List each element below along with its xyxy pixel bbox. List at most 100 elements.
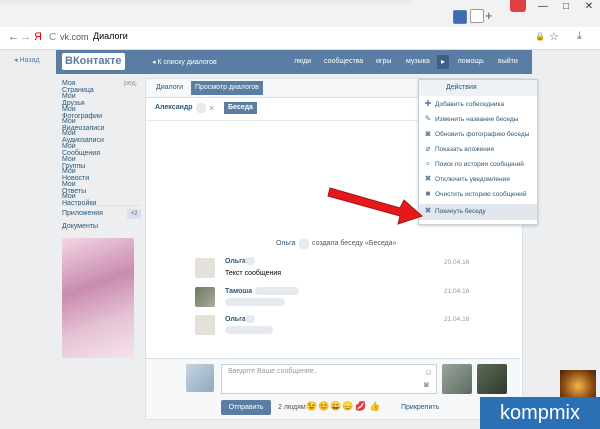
- recipients-count[interactable]: 2 людям: [278, 404, 306, 411]
- back-to-dialogs-label: К списку диалогов: [157, 59, 217, 66]
- apps-badge[interactable]: +2: [127, 209, 141, 219]
- pencil-icon: ✎: [424, 114, 432, 123]
- close-window-button[interactable]: ✕: [578, 0, 600, 14]
- menu-title[interactable]: Действия: [446, 84, 477, 91]
- system-message-author[interactable]: Ольга: [276, 240, 295, 247]
- menu-item-label: Очистить историю сообщений: [435, 191, 527, 198]
- back-to-dialogs-link[interactable]: ◂ К списку диалогов: [152, 58, 217, 66]
- menu-item-label: Обновить фотографию беседы: [435, 131, 530, 138]
- message-date: 21.04.16: [444, 316, 470, 323]
- message-input[interactable]: Введите Ваше сообщение.. ☺ ◙: [221, 364, 437, 394]
- reload-icon[interactable]: C: [49, 32, 56, 43]
- emoji-wink-icon[interactable]: 😉: [306, 401, 317, 412]
- page-title: Диалоги: [93, 31, 128, 41]
- remove-chat-icon[interactable]: ×: [257, 103, 262, 113]
- message-author[interactable]: Ольга: [225, 258, 246, 265]
- download-icon[interactable]: ⤓: [577, 30, 582, 43]
- participant-chip-chat[interactable]: Беседа: [224, 102, 257, 114]
- menu-add-participant[interactable]: ✚ Добавить собеседника: [419, 97, 537, 112]
- nav-documents[interactable]: Документы: [62, 223, 98, 230]
- header-link-music[interactable]: музыка: [406, 58, 430, 65]
- emoji-sad-icon[interactable]: 😞: [342, 401, 353, 412]
- browser-tabstrip: + — □ ✕: [0, 0, 600, 28]
- minimize-button[interactable]: —: [532, 0, 554, 14]
- emoji-kiss-icon[interactable]: 💋: [355, 401, 366, 412]
- menu-search-history[interactable]: ⌕ Поиск по истории сообщений: [419, 157, 537, 172]
- red-arrow-annotation: [327, 187, 423, 225]
- forward-arrow-icon[interactable]: →: [20, 31, 31, 43]
- menu-clear-history[interactable]: ■ Очистить историю сообщений: [419, 187, 537, 202]
- nav-news[interactable]: Мои Новости: [62, 168, 89, 182]
- avatar[interactable]: [195, 258, 215, 278]
- nav-my-page[interactable]: Моя Страница: [62, 80, 94, 94]
- header-link-people[interactable]: люди: [294, 58, 311, 65]
- participant-avatar[interactable]: [442, 364, 472, 394]
- vk-back-link[interactable]: ◂ Назад: [14, 56, 40, 64]
- menu-item-label: Покинуть беседу: [435, 208, 486, 215]
- blurred-message: [225, 298, 285, 306]
- vk-back-label: Назад: [19, 57, 40, 64]
- send-button[interactable]: Отправить: [221, 400, 271, 415]
- header-link-communities[interactable]: сообщества: [324, 58, 363, 65]
- participant-avatar[interactable]: [477, 364, 507, 394]
- message-author[interactable]: Ольга: [225, 316, 246, 323]
- menu-mute-notifications[interactable]: ✖ Отключить уведомления: [419, 172, 537, 187]
- tab-dialogs[interactable]: Диалоги: [152, 81, 187, 95]
- emoji-thumbsup-icon[interactable]: 👍: [369, 401, 380, 412]
- address-bar-row: ← → Я C vk.com Диалоги 🔒 ☆ ⤓: [0, 27, 600, 50]
- watermark: kompmix: [480, 397, 600, 429]
- participant-chip-alexander[interactable]: Александр: [151, 102, 197, 114]
- emoji-grin-icon[interactable]: 😀: [330, 401, 341, 412]
- add-user-icon: ✚: [424, 99, 432, 108]
- camera-icon: ◙: [425, 129, 431, 138]
- tab-view-dialogs[interactable]: Просмотр диалогов: [191, 81, 263, 95]
- message-date: 21.04.16: [444, 288, 470, 295]
- camera-icon[interactable]: ◙: [424, 380, 429, 389]
- remove-participant-icon[interactable]: ×: [209, 103, 214, 113]
- header-link-help[interactable]: помощь: [458, 58, 484, 65]
- blurred-surname: [245, 315, 255, 323]
- menu-item-label: Отключить уведомления: [435, 176, 510, 183]
- new-tab-button[interactable]: +: [485, 8, 493, 23]
- bookmark-star-icon[interactable]: ☆: [549, 30, 559, 43]
- paperclip-icon: ⌀: [425, 144, 431, 153]
- nav-messages[interactable]: Мои Сообщения: [62, 143, 100, 157]
- avatar[interactable]: [195, 315, 215, 335]
- nav-apps[interactable]: Приложения: [62, 210, 103, 217]
- avatar[interactable]: [195, 287, 215, 307]
- menu-update-photo[interactable]: ◙ Обновить фотографию беседы: [419, 127, 537, 142]
- menu-show-attachments[interactable]: ⌀ Показать вложения: [419, 142, 537, 157]
- nav-edit-link[interactable]: ред.: [124, 80, 138, 87]
- menu-item-label: Поиск по истории сообщений: [435, 161, 524, 168]
- header-link-logout[interactable]: выйти: [498, 58, 518, 65]
- blurred-surname: [255, 287, 299, 295]
- maximize-button[interactable]: □: [555, 0, 577, 14]
- ad-image[interactable]: [62, 238, 134, 358]
- system-message-text: создала беседу «Беседа»: [312, 240, 397, 247]
- emoji-smile-icon[interactable]: 😊: [318, 401, 329, 412]
- blurred-surname: [245, 257, 255, 265]
- message-author[interactable]: Тамоша: [225, 288, 252, 295]
- blurred-surname: [299, 239, 309, 249]
- tab-icon[interactable]: [453, 10, 467, 24]
- attach-link[interactable]: Прикрепить: [401, 404, 439, 411]
- vk-header: ВКонтакте ◂ К списку диалогов люди сообщ…: [56, 50, 532, 74]
- lock-icon: 🔒: [535, 32, 545, 41]
- back-arrow-icon[interactable]: ←: [8, 31, 19, 43]
- blurred-name: [196, 103, 206, 113]
- menu-rename-chat[interactable]: ✎ Изменить название беседы: [419, 112, 537, 127]
- music-play-icon[interactable]: ▸: [437, 55, 449, 69]
- tab-shadow: [0, 0, 412, 4]
- menu-leave-chat[interactable]: ✖ Покинуть беседу: [419, 204, 537, 220]
- tab-square-icon[interactable]: [470, 9, 484, 23]
- nav-audio[interactable]: Мои Аудиозаписи: [62, 130, 104, 144]
- url-domain[interactable]: vk.com: [60, 32, 89, 42]
- vk-logo[interactable]: ВКонтакте: [62, 53, 125, 70]
- my-avatar[interactable]: [186, 364, 214, 392]
- menu-item-label: Добавить собеседника: [435, 101, 505, 108]
- nav-friends[interactable]: Мои Друзья: [62, 93, 85, 107]
- smiley-icon[interactable]: ☺: [424, 367, 433, 377]
- menu-item-label: Показать вложения: [435, 146, 494, 153]
- header-link-games[interactable]: игры: [376, 58, 391, 65]
- browser-menu-icon[interactable]: [510, 0, 526, 12]
